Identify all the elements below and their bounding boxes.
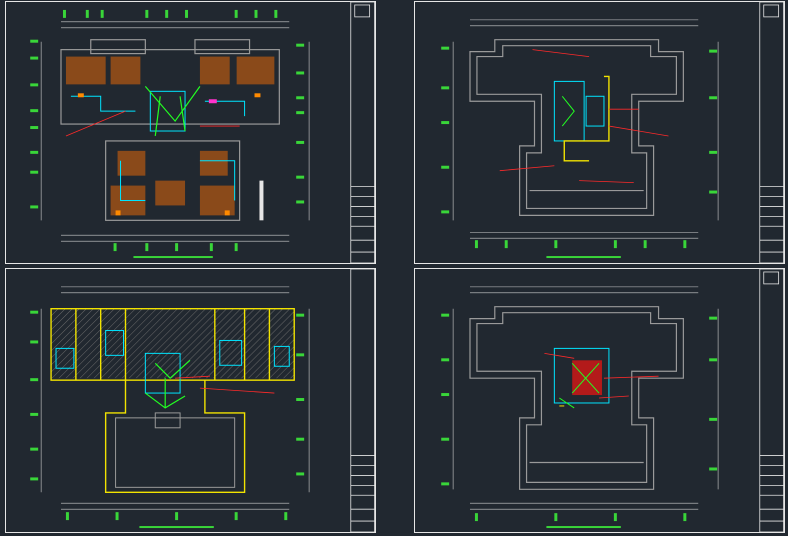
floor-plan-drawing — [30, 2, 375, 263]
sheet-gutter — [380, 0, 410, 536]
hatched-shop-area — [51, 308, 295, 379]
title-block — [350, 2, 375, 263]
stair — [563, 75, 610, 162]
lift-core — [154, 412, 181, 429]
axis-bubbles — [441, 313, 718, 529]
title-block — [759, 269, 784, 532]
axis-bubbles — [441, 46, 718, 259]
walls — [469, 306, 684, 490]
first-floor-plan-drawing — [30, 269, 375, 532]
title-block — [759, 2, 784, 263]
drawing-sheet-typical-floor — [5, 1, 376, 264]
drawing-sheet-roof — [414, 1, 785, 264]
drawing-sheet-first-floor — [5, 268, 376, 533]
dimension-lines — [452, 19, 719, 239]
title-block — [350, 269, 375, 532]
panel-marker — [208, 99, 217, 104]
roof-plan-drawing — [441, 2, 784, 263]
dimension-lines — [452, 286, 719, 510]
machine-room-plan-drawing — [441, 269, 784, 532]
wiring-green — [144, 85, 201, 137]
drawing-sheet-machine-room — [414, 268, 785, 533]
wiring-green — [561, 95, 575, 127]
room-fixtures — [65, 56, 275, 216]
walls — [469, 39, 684, 216]
core — [553, 80, 605, 142]
legend-text — [259, 180, 264, 221]
leaders — [175, 375, 275, 394]
